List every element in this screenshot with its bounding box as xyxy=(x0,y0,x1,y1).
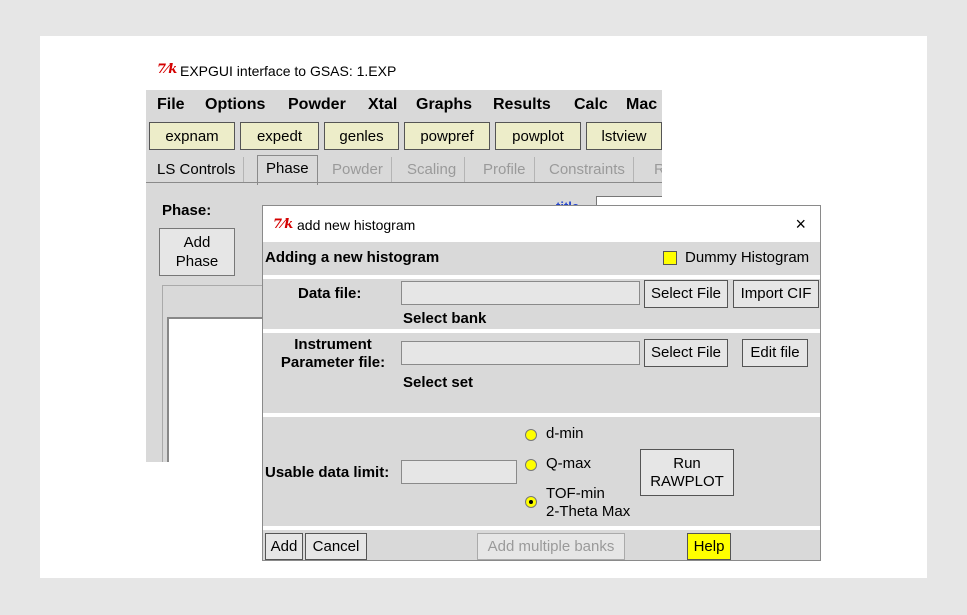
tab-constraints[interactable]: Constraints xyxy=(541,157,634,183)
help-button[interactable]: Help xyxy=(687,533,731,560)
separator xyxy=(263,413,820,417)
radio-tof-line1: TOF-min xyxy=(546,485,605,502)
add-button[interactable]: Add xyxy=(265,533,303,560)
edit-file-button[interactable]: Edit file xyxy=(742,339,808,367)
phase-label: Phase: xyxy=(162,202,212,219)
run-rawplot-button[interactable]: Run RAWPLOT xyxy=(640,449,734,496)
tk-logo-icon: 7⁄k xyxy=(273,217,294,232)
tab-powder[interactable]: Powder xyxy=(324,157,392,183)
radio-tof-min[interactable] xyxy=(525,496,537,508)
menu-options[interactable]: Options xyxy=(205,96,265,114)
menu-macro[interactable]: Mac xyxy=(626,96,657,114)
menu-graphs[interactable]: Graphs xyxy=(416,96,472,114)
instrument-label-line1: Instrument xyxy=(294,336,372,353)
dialog-title: add new histogram xyxy=(297,217,416,233)
usable-data-limit-field[interactable] xyxy=(401,460,517,484)
add-multiple-banks-button[interactable]: Add multiple banks xyxy=(477,533,625,560)
dummy-histogram-checkbox[interactable] xyxy=(663,251,677,265)
separator xyxy=(263,329,820,333)
tab-bar: LS Controls Phase Powder Scaling Profile… xyxy=(146,155,662,185)
radio-d-min[interactable] xyxy=(525,429,537,441)
select-bank-label: Select bank xyxy=(403,310,487,327)
radio-q-max[interactable] xyxy=(525,459,537,471)
tab-restraints[interactable]: R xyxy=(646,157,662,183)
tk-logo-icon: 7⁄k xyxy=(157,62,178,77)
add-histogram-dialog: 7⁄k add new histogram × Adding a new his… xyxy=(262,205,821,561)
tab-scaling[interactable]: Scaling xyxy=(399,157,466,183)
dialog-titlebar: 7⁄k add new histogram × xyxy=(263,206,820,242)
instrument-label-line2: Parameter file: xyxy=(280,354,386,371)
dummy-histogram-label: Dummy Histogram xyxy=(685,249,810,266)
toolbar-powpref-button[interactable]: powpref xyxy=(404,122,490,150)
main-window-title: EXPGUI interface to GSAS: 1.EXP xyxy=(180,63,397,79)
data-file-field[interactable] xyxy=(401,281,640,305)
toolbar-powplot-button[interactable]: powplot xyxy=(495,122,581,150)
toolbar-genles-button[interactable]: genles xyxy=(324,122,399,150)
instrument-parameter-label: Instrument Parameter file: xyxy=(273,336,393,372)
run-rawplot-line2: RAWPLOT xyxy=(650,473,724,490)
menu-xtal[interactable]: Xtal xyxy=(368,96,397,114)
radio-tof-line2: 2-Theta Max xyxy=(546,503,631,520)
select-instrument-file-button[interactable]: Select File xyxy=(644,339,728,367)
menu-powder[interactable]: Powder xyxy=(288,96,346,114)
add-phase-label-line1: Add xyxy=(183,234,211,251)
radio-tof-min-label: TOF-min 2-Theta Max xyxy=(546,485,630,521)
tab-ls-controls[interactable]: LS Controls xyxy=(149,157,245,183)
separator xyxy=(263,275,820,279)
add-phase-button[interactable]: Add Phase xyxy=(159,228,235,276)
menu-calc[interactable]: Calc xyxy=(574,96,608,114)
close-icon[interactable]: × xyxy=(795,214,806,235)
instrument-file-field[interactable] xyxy=(401,341,640,365)
usable-data-limit-label: Usable data limit: xyxy=(265,464,390,481)
data-file-label: Data file: xyxy=(298,285,362,302)
add-phase-label-line2: Phase xyxy=(175,253,219,270)
dialog-heading: Adding a new histogram xyxy=(265,249,440,266)
tab-profile[interactable]: Profile xyxy=(475,157,535,183)
tab-phase[interactable]: Phase xyxy=(257,155,318,185)
tab-divider xyxy=(146,182,662,183)
radio-d-min-label: d-min xyxy=(546,425,584,442)
separator xyxy=(263,526,820,530)
toolbar-lstview-button[interactable]: lstview xyxy=(586,122,662,150)
select-set-label: Select set xyxy=(403,374,474,391)
run-rawplot-line1: Run xyxy=(673,455,701,472)
toolbar: expnam expedt genles powpref powplot lst… xyxy=(146,120,662,154)
menubar: File Options Powder Xtal Graphs Results … xyxy=(146,90,662,120)
radio-q-max-label: Q-max xyxy=(546,455,591,472)
main-titlebar: 7⁄k EXPGUI interface to GSAS: 1.EXP xyxy=(146,52,662,90)
import-cif-button[interactable]: Import CIF xyxy=(733,280,819,308)
menu-results[interactable]: Results xyxy=(493,96,551,114)
toolbar-expedt-button[interactable]: expedt xyxy=(240,122,319,150)
select-file-button[interactable]: Select File xyxy=(644,280,728,308)
toolbar-expnam-button[interactable]: expnam xyxy=(149,122,235,150)
menu-file[interactable]: File xyxy=(157,96,185,114)
cancel-button[interactable]: Cancel xyxy=(305,533,367,560)
